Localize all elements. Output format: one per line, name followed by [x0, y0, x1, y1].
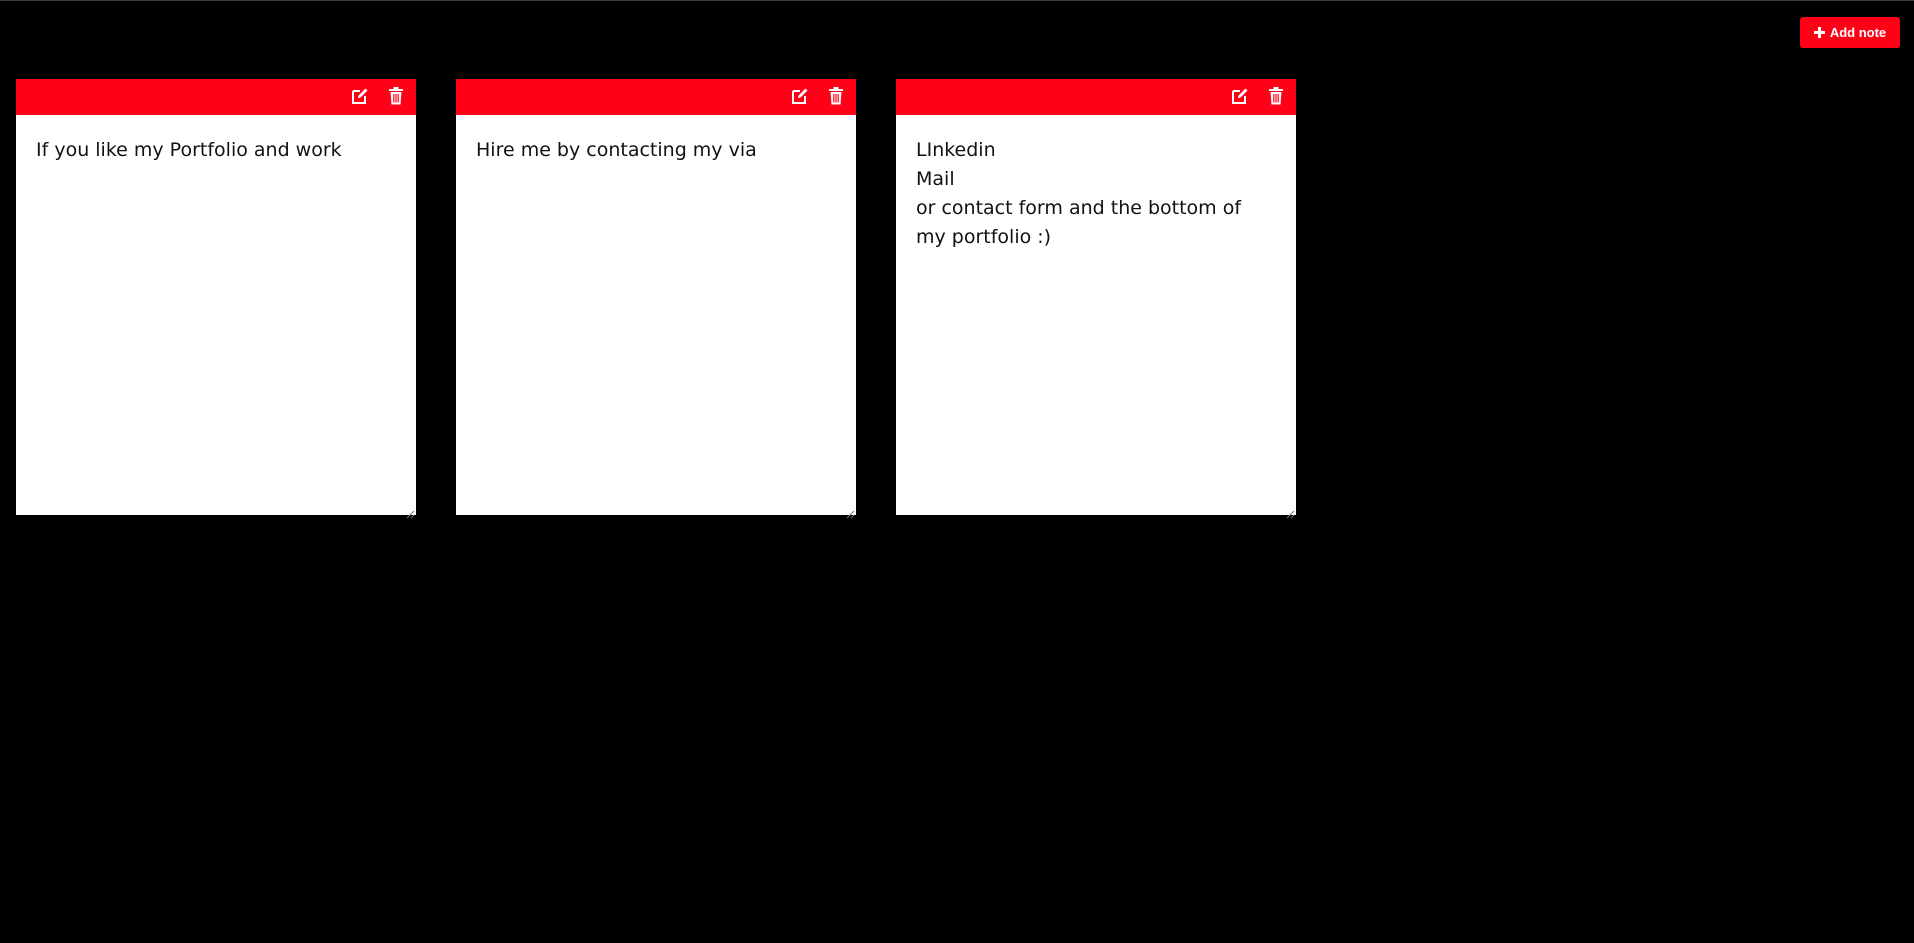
note-text: Hire me by contacting my via: [476, 139, 757, 161]
trash-icon: [388, 86, 404, 108]
note-text: LInkedin Mail or contact form and the bo…: [916, 139, 1242, 248]
note-toolbar: [456, 79, 856, 115]
note-textarea[interactable]: Hire me by contacting my via: [456, 115, 856, 519]
note-textarea[interactable]: LInkedin Mail or contact form and the bo…: [896, 115, 1296, 519]
note-textarea[interactable]: If you like my Portfolio and work: [16, 115, 416, 519]
edit-note-button[interactable]: [790, 87, 810, 107]
edit-icon: [791, 87, 809, 108]
trash-icon: [1268, 86, 1284, 108]
resize-handle-icon[interactable]: [1285, 504, 1295, 519]
trash-icon: [828, 86, 844, 108]
delete-note-button[interactable]: [826, 86, 846, 108]
note-card: Hire me by contacting my via: [456, 79, 856, 519]
resize-handle-icon[interactable]: [405, 504, 415, 519]
edit-icon: [1231, 87, 1249, 108]
resize-handle-icon[interactable]: [845, 504, 855, 519]
plus-icon: [1814, 27, 1826, 39]
note-toolbar: [896, 79, 1296, 115]
note-card: LInkedin Mail or contact form and the bo…: [896, 79, 1296, 519]
add-note-label: Add note: [1829, 25, 1887, 40]
note-card: If you like my Portfolio and work: [16, 79, 416, 519]
top-border: [0, 0, 1914, 1]
delete-note-button[interactable]: [1266, 86, 1286, 108]
note-text: If you like my Portfolio and work: [36, 139, 342, 161]
edit-icon: [351, 87, 369, 108]
note-toolbar: [16, 79, 416, 115]
add-note-button[interactable]: Add note: [1800, 17, 1900, 48]
delete-note-button[interactable]: [386, 86, 406, 108]
notes-container: If you like my Portfolio and work Hire m…: [16, 79, 1296, 519]
edit-note-button[interactable]: [350, 87, 370, 107]
edit-note-button[interactable]: [1230, 87, 1250, 107]
